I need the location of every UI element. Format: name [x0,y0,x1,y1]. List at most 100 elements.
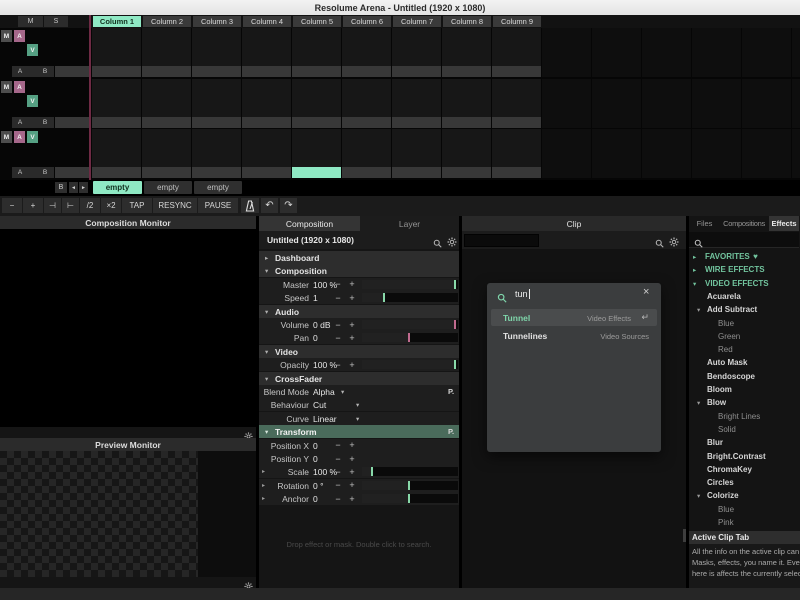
section-header-crossfader[interactable]: ▾CrossFader [259,372,459,385]
param-value[interactable]: 0 [313,441,318,451]
tab-compositions[interactable]: Compositions [720,216,768,231]
param-slider[interactable] [362,481,458,490]
tree-item-bright-contrast[interactable]: Bright.Contrast [689,450,800,463]
clip-cell-empty[interactable] [742,28,791,77]
clip-cell-empty[interactable] [542,28,591,77]
tree-item-pink[interactable]: Pink [689,516,800,529]
tree-item-blow[interactable]: ▾Blow [689,396,800,409]
clip-cell-empty[interactable] [542,79,591,128]
increment-button[interactable]: + [347,331,357,344]
transform-section-header[interactable]: ▾TransformP. [259,425,459,438]
increment-button[interactable]: + [347,291,357,304]
increment-button[interactable]: + [347,358,357,371]
tree-item-bendoscope[interactable]: Bendoscope [689,370,800,383]
clip-cell-empty[interactable] [642,129,691,178]
tree-item-red[interactable]: Red [689,343,800,356]
layer-mute-button[interactable]: M [1,81,12,93]
clip-cell-empty[interactable] [592,28,641,77]
decrement-button[interactable]: − [333,278,343,291]
chevron-down-icon[interactable]: ▾ [356,415,359,423]
layer-video-button[interactable]: V [27,95,38,107]
column-header-5[interactable]: Column 5 [293,16,341,27]
column-header-6[interactable]: Column 6 [343,16,391,27]
layer-audio-button[interactable]: A [14,131,25,143]
tree-item-blue[interactable]: Blue [689,317,800,330]
tree-item-bright-lines[interactable]: Bright Lines [689,410,800,423]
resync-button[interactable]: RESYNC [153,198,197,213]
bpm-double-button[interactable]: ×2 [101,198,121,213]
increment-button[interactable]: + [347,492,357,505]
column-header-7[interactable]: Column 7 [393,16,441,27]
column-header-8[interactable]: Column 8 [443,16,491,27]
clip-cell-empty[interactable] [792,28,800,77]
increment-button[interactable]: + [347,318,357,331]
param-value[interactable]: 0 [313,333,318,343]
search-query-input[interactable]: tun [515,289,530,299]
param-value[interactable]: Cut [313,400,326,410]
param-slider[interactable] [362,360,458,369]
next-column-button[interactable]: ► [79,182,88,193]
decrement-button[interactable]: − [333,331,343,344]
chevron-down-icon[interactable]: ▾ [341,388,344,396]
layer-mute-button[interactable]: M [1,131,12,143]
increment-button[interactable]: + [347,479,357,492]
layer-a-select[interactable]: A [15,117,25,128]
layer-b-select[interactable]: B [40,117,50,128]
param-value[interactable]: Linear [313,414,337,424]
layer-mute-button[interactable]: M [1,30,12,42]
layer-a-select[interactable]: A [15,66,25,77]
tree-item-wire-effects[interactable]: ▸WIRE EFFECTS [689,263,800,276]
clip-cell-empty[interactable] [642,79,691,128]
composition-mute-button[interactable]: M [18,16,43,27]
decrement-button[interactable]: − [333,479,343,492]
tree-item-auto-mask[interactable]: Auto Mask [689,356,800,369]
clip-cell-empty[interactable] [742,129,791,178]
tree-item-favorites[interactable]: ▸FAVORITES♥ [689,250,800,263]
layer-b-select[interactable]: B [40,167,50,178]
column-header-3[interactable]: Column 3 [193,16,241,27]
tap-tempo-button[interactable]: TAP [122,198,152,213]
increment-button[interactable]: + [347,278,357,291]
clip-cell-empty[interactable] [692,129,741,178]
increment-button[interactable]: + [347,465,357,478]
clip-cell-empty[interactable] [592,79,641,128]
tree-item-acuarela[interactable]: Acuarela [689,290,800,303]
composition-solo-button[interactable]: S [44,16,68,27]
layer-b-select[interactable]: B [40,66,50,77]
column-header-1[interactable]: Column 1 [93,16,141,27]
bpm-increase-button[interactable]: + [23,198,43,213]
param-slider[interactable] [362,333,458,342]
layer-a-select[interactable]: A [15,167,25,178]
clip-cell-empty[interactable] [792,79,800,128]
tree-item-add-subtract[interactable]: ▾Add Subtract [689,303,800,316]
tree-item-green[interactable]: Green [689,330,800,343]
param-animation-badge[interactable]: P. [448,387,454,396]
column-header-9[interactable]: Column 9 [493,16,541,27]
param-value[interactable]: 0 dB [313,320,331,330]
param-slider[interactable] [362,293,458,302]
layer-video-button[interactable]: V [27,131,38,143]
section-header-composition[interactable]: ▾Composition [259,264,459,277]
param-slider[interactable] [362,494,458,503]
prev-column-button[interactable]: ◄ [69,182,78,193]
tree-item-solid[interactable]: Solid [689,423,800,436]
layer-audio-button[interactable]: A [14,81,25,93]
section-header-video[interactable]: ▾Video [259,345,459,358]
tree-item-video-effects[interactable]: ▾VIDEO EFFECTS [689,277,800,290]
tab-files[interactable]: Files [690,216,719,231]
param-value[interactable]: Alpha [313,387,335,397]
param-slider[interactable] [362,280,458,289]
param-value[interactable]: 0 [313,494,318,504]
composition-slot-2[interactable]: empty [144,181,192,194]
clip-cell-empty[interactable] [642,28,691,77]
clip-cell-empty[interactable] [542,129,591,178]
decrement-button[interactable]: − [333,291,343,304]
close-icon[interactable]: × [643,286,649,298]
composition-bypass-button[interactable]: B [55,182,67,193]
tree-item-chromakey[interactable]: ChromaKey [689,463,800,476]
search-result-row[interactable]: TunnelinesVideo Sources [491,327,657,344]
param-value[interactable]: 1 [313,293,318,303]
decrement-button[interactable]: − [333,452,343,465]
section-header-audio[interactable]: ▾Audio [259,305,459,318]
tree-item-blur[interactable]: Blur [689,436,800,449]
